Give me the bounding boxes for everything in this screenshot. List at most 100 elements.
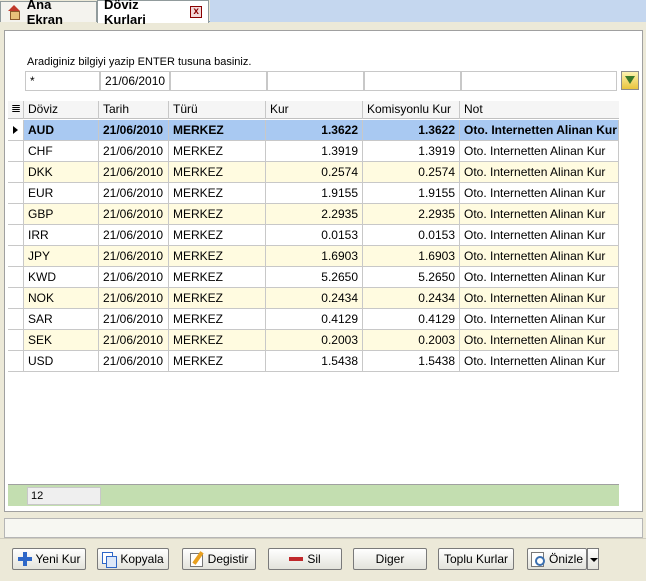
cell-kur[interactable]: 1.9155 xyxy=(266,183,363,204)
filter-tarih-input[interactable]: 21/06/2010 xyxy=(100,71,170,91)
cell-not[interactable]: Oto. Internetten Alinan Kur xyxy=(460,288,619,309)
cell-doviz[interactable]: JPY xyxy=(24,246,99,267)
cell-turu[interactable]: MERKEZ xyxy=(169,225,266,246)
filter-doviz-input[interactable]: * xyxy=(25,71,100,91)
row-indicator[interactable] xyxy=(8,246,24,267)
cell-tarih[interactable]: 21/06/2010 xyxy=(99,246,169,267)
cell-doviz[interactable]: AUD xyxy=(24,120,99,141)
column-header-not[interactable]: Not xyxy=(460,101,619,119)
cell-kur[interactable]: 1.3622 xyxy=(266,120,363,141)
cell-not[interactable]: Oto. Internetten Alinan Kur xyxy=(460,141,619,162)
cell-doviz[interactable]: EUR xyxy=(24,183,99,204)
cell-turu[interactable]: MERKEZ xyxy=(169,351,266,372)
table-row[interactable]: EUR 21/06/2010 MERKEZ 1.9155 1.9155 Oto. Inte… xyxy=(8,183,619,204)
column-header-turu[interactable]: Türü xyxy=(169,101,266,119)
preview-dropdown-chevron-down-icon[interactable] xyxy=(587,548,599,570)
column-header-tarih[interactable]: Tarih xyxy=(99,101,169,119)
cell-not[interactable]: Oto. Internetten Alinan Kur xyxy=(460,162,619,183)
row-indicator[interactable] xyxy=(8,183,24,204)
filter-not-input[interactable] xyxy=(461,71,617,91)
row-indicator[interactable] xyxy=(8,225,24,246)
cell-tarih[interactable]: 21/06/2010 xyxy=(99,267,169,288)
cell-komisyonlu-kur[interactable]: 5.2650 xyxy=(363,267,460,288)
cell-tarih[interactable]: 21/06/2010 xyxy=(99,204,169,225)
cell-tarih[interactable]: 21/06/2010 xyxy=(99,309,169,330)
row-indicator[interactable] xyxy=(8,267,24,288)
cell-komisyonlu-kur[interactable]: 0.2003 xyxy=(363,330,460,351)
cell-kur[interactable]: 1.3919 xyxy=(266,141,363,162)
cell-turu[interactable]: MERKEZ xyxy=(169,330,266,351)
cell-kur[interactable]: 0.2434 xyxy=(266,288,363,309)
cell-kur[interactable]: 1.6903 xyxy=(266,246,363,267)
column-header-doviz[interactable]: Döviz xyxy=(24,101,99,119)
cell-turu[interactable]: MERKEZ xyxy=(169,246,266,267)
cell-turu[interactable]: MERKEZ xyxy=(169,141,266,162)
cell-turu[interactable]: MERKEZ xyxy=(169,204,266,225)
cell-doviz[interactable]: NOK xyxy=(24,288,99,309)
filter-kur-input[interactable] xyxy=(267,71,364,91)
table-row[interactable]: CHF 21/06/2010 MERKEZ 1.3919 1.3919 Oto. Inte… xyxy=(8,141,619,162)
cell-komisyonlu-kur[interactable]: 1.6903 xyxy=(363,246,460,267)
cell-not[interactable]: Oto. Internetten Alinan Kur xyxy=(460,351,619,372)
cell-kur[interactable]: 5.2650 xyxy=(266,267,363,288)
cell-komisyonlu-kur[interactable]: 0.4129 xyxy=(363,309,460,330)
cell-komisyonlu-kur[interactable]: 0.0153 xyxy=(363,225,460,246)
table-row[interactable]: DKK 21/06/2010 MERKEZ 0.2574 0.2574 Oto. Inte… xyxy=(8,162,619,183)
close-icon[interactable]: x xyxy=(190,6,202,18)
cell-tarih[interactable]: 21/06/2010 xyxy=(99,351,169,372)
cell-tarih[interactable]: 21/06/2010 xyxy=(99,162,169,183)
cell-doviz[interactable]: IRR xyxy=(24,225,99,246)
cell-tarih[interactable]: 21/06/2010 xyxy=(99,120,169,141)
table-row[interactable]: IRR 21/06/2010 MERKEZ 0.0153 0.0153 Oto. Inte… xyxy=(8,225,619,246)
tab-doviz-kurlari[interactable]: Döviz Kurlari x xyxy=(97,0,209,27)
cell-not[interactable]: Oto. Internetten Alinan Kur xyxy=(460,183,619,204)
other-button[interactable]: Diger xyxy=(353,548,427,570)
table-row[interactable]: GBP 21/06/2010 MERKEZ 2.2935 2.2935 Oto. Inte… xyxy=(8,204,619,225)
table-row[interactable]: AUD 21/06/2010 MERKEZ 1.3622 1.3622 Oto. Inte… xyxy=(8,120,619,141)
cell-kur[interactable]: 0.2574 xyxy=(266,162,363,183)
cell-not[interactable]: Oto. Internetten Alinan Kur xyxy=(460,267,619,288)
cell-not[interactable]: Oto. Internetten Alinan Kur xyxy=(460,246,619,267)
cell-not[interactable]: Oto. Internetten Alinan Kur xyxy=(460,225,619,246)
filter-komisyonlu-input[interactable] xyxy=(364,71,461,91)
filter-button[interactable] xyxy=(621,71,639,90)
table-row[interactable]: SEK 21/06/2010 MERKEZ 0.2003 0.2003 Oto. Inte… xyxy=(8,330,619,351)
delete-button[interactable]: Sil xyxy=(268,548,342,570)
row-indicator[interactable] xyxy=(8,351,24,372)
cell-turu[interactable]: MERKEZ xyxy=(169,309,266,330)
cell-komisyonlu-kur[interactable]: 2.2935 xyxy=(363,204,460,225)
cell-turu[interactable]: MERKEZ xyxy=(169,267,266,288)
cell-turu[interactable]: MERKEZ xyxy=(169,288,266,309)
cell-komisyonlu-kur[interactable]: 1.5438 xyxy=(363,351,460,372)
table-row[interactable]: KWD 21/06/2010 MERKEZ 5.2650 5.2650 Oto. Inte… xyxy=(8,267,619,288)
row-indicator[interactable] xyxy=(8,309,24,330)
cell-komisyonlu-kur[interactable]: 1.9155 xyxy=(363,183,460,204)
row-indicator[interactable] xyxy=(8,120,24,141)
row-indicator[interactable] xyxy=(8,162,24,183)
cell-doviz[interactable]: SAR xyxy=(24,309,99,330)
table-row[interactable]: SAR 21/06/2010 MERKEZ 0.4129 0.4129 Oto. Inte… xyxy=(8,309,619,330)
cell-kur[interactable]: 0.4129 xyxy=(266,309,363,330)
cell-kur[interactable]: 1.5438 xyxy=(266,351,363,372)
cell-kur[interactable]: 2.2935 xyxy=(266,204,363,225)
cell-komisyonlu-kur[interactable]: 0.2574 xyxy=(363,162,460,183)
column-chooser-icon[interactable] xyxy=(8,101,24,119)
cell-turu[interactable]: MERKEZ xyxy=(169,183,266,204)
column-header-komisyonlu-kur[interactable]: Komisyonlu Kur xyxy=(363,101,460,119)
cell-tarih[interactable]: 21/06/2010 xyxy=(99,288,169,309)
cell-komisyonlu-kur[interactable]: 1.3622 xyxy=(363,120,460,141)
bulk-rates-button[interactable]: Toplu Kurlar xyxy=(438,548,514,570)
cell-doviz[interactable]: CHF xyxy=(24,141,99,162)
cell-doviz[interactable]: DKK xyxy=(24,162,99,183)
table-row[interactable]: USD 21/06/2010 MERKEZ 1.5438 1.5438 Oto. Inte… xyxy=(8,351,619,372)
column-header-kur[interactable]: Kur xyxy=(266,101,363,119)
preview-button[interactable]: Önizle xyxy=(527,548,587,570)
cell-doviz[interactable]: KWD xyxy=(24,267,99,288)
cell-not[interactable]: Oto. Internetten Alinan Kur xyxy=(460,204,619,225)
cell-turu[interactable]: MERKEZ xyxy=(169,120,266,141)
table-row[interactable]: NOK 21/06/2010 MERKEZ 0.2434 0.2434 Oto. Inte… xyxy=(8,288,619,309)
row-indicator[interactable] xyxy=(8,204,24,225)
cell-tarih[interactable]: 21/06/2010 xyxy=(99,330,169,351)
row-indicator[interactable] xyxy=(8,141,24,162)
cell-komisyonlu-kur[interactable]: 0.2434 xyxy=(363,288,460,309)
